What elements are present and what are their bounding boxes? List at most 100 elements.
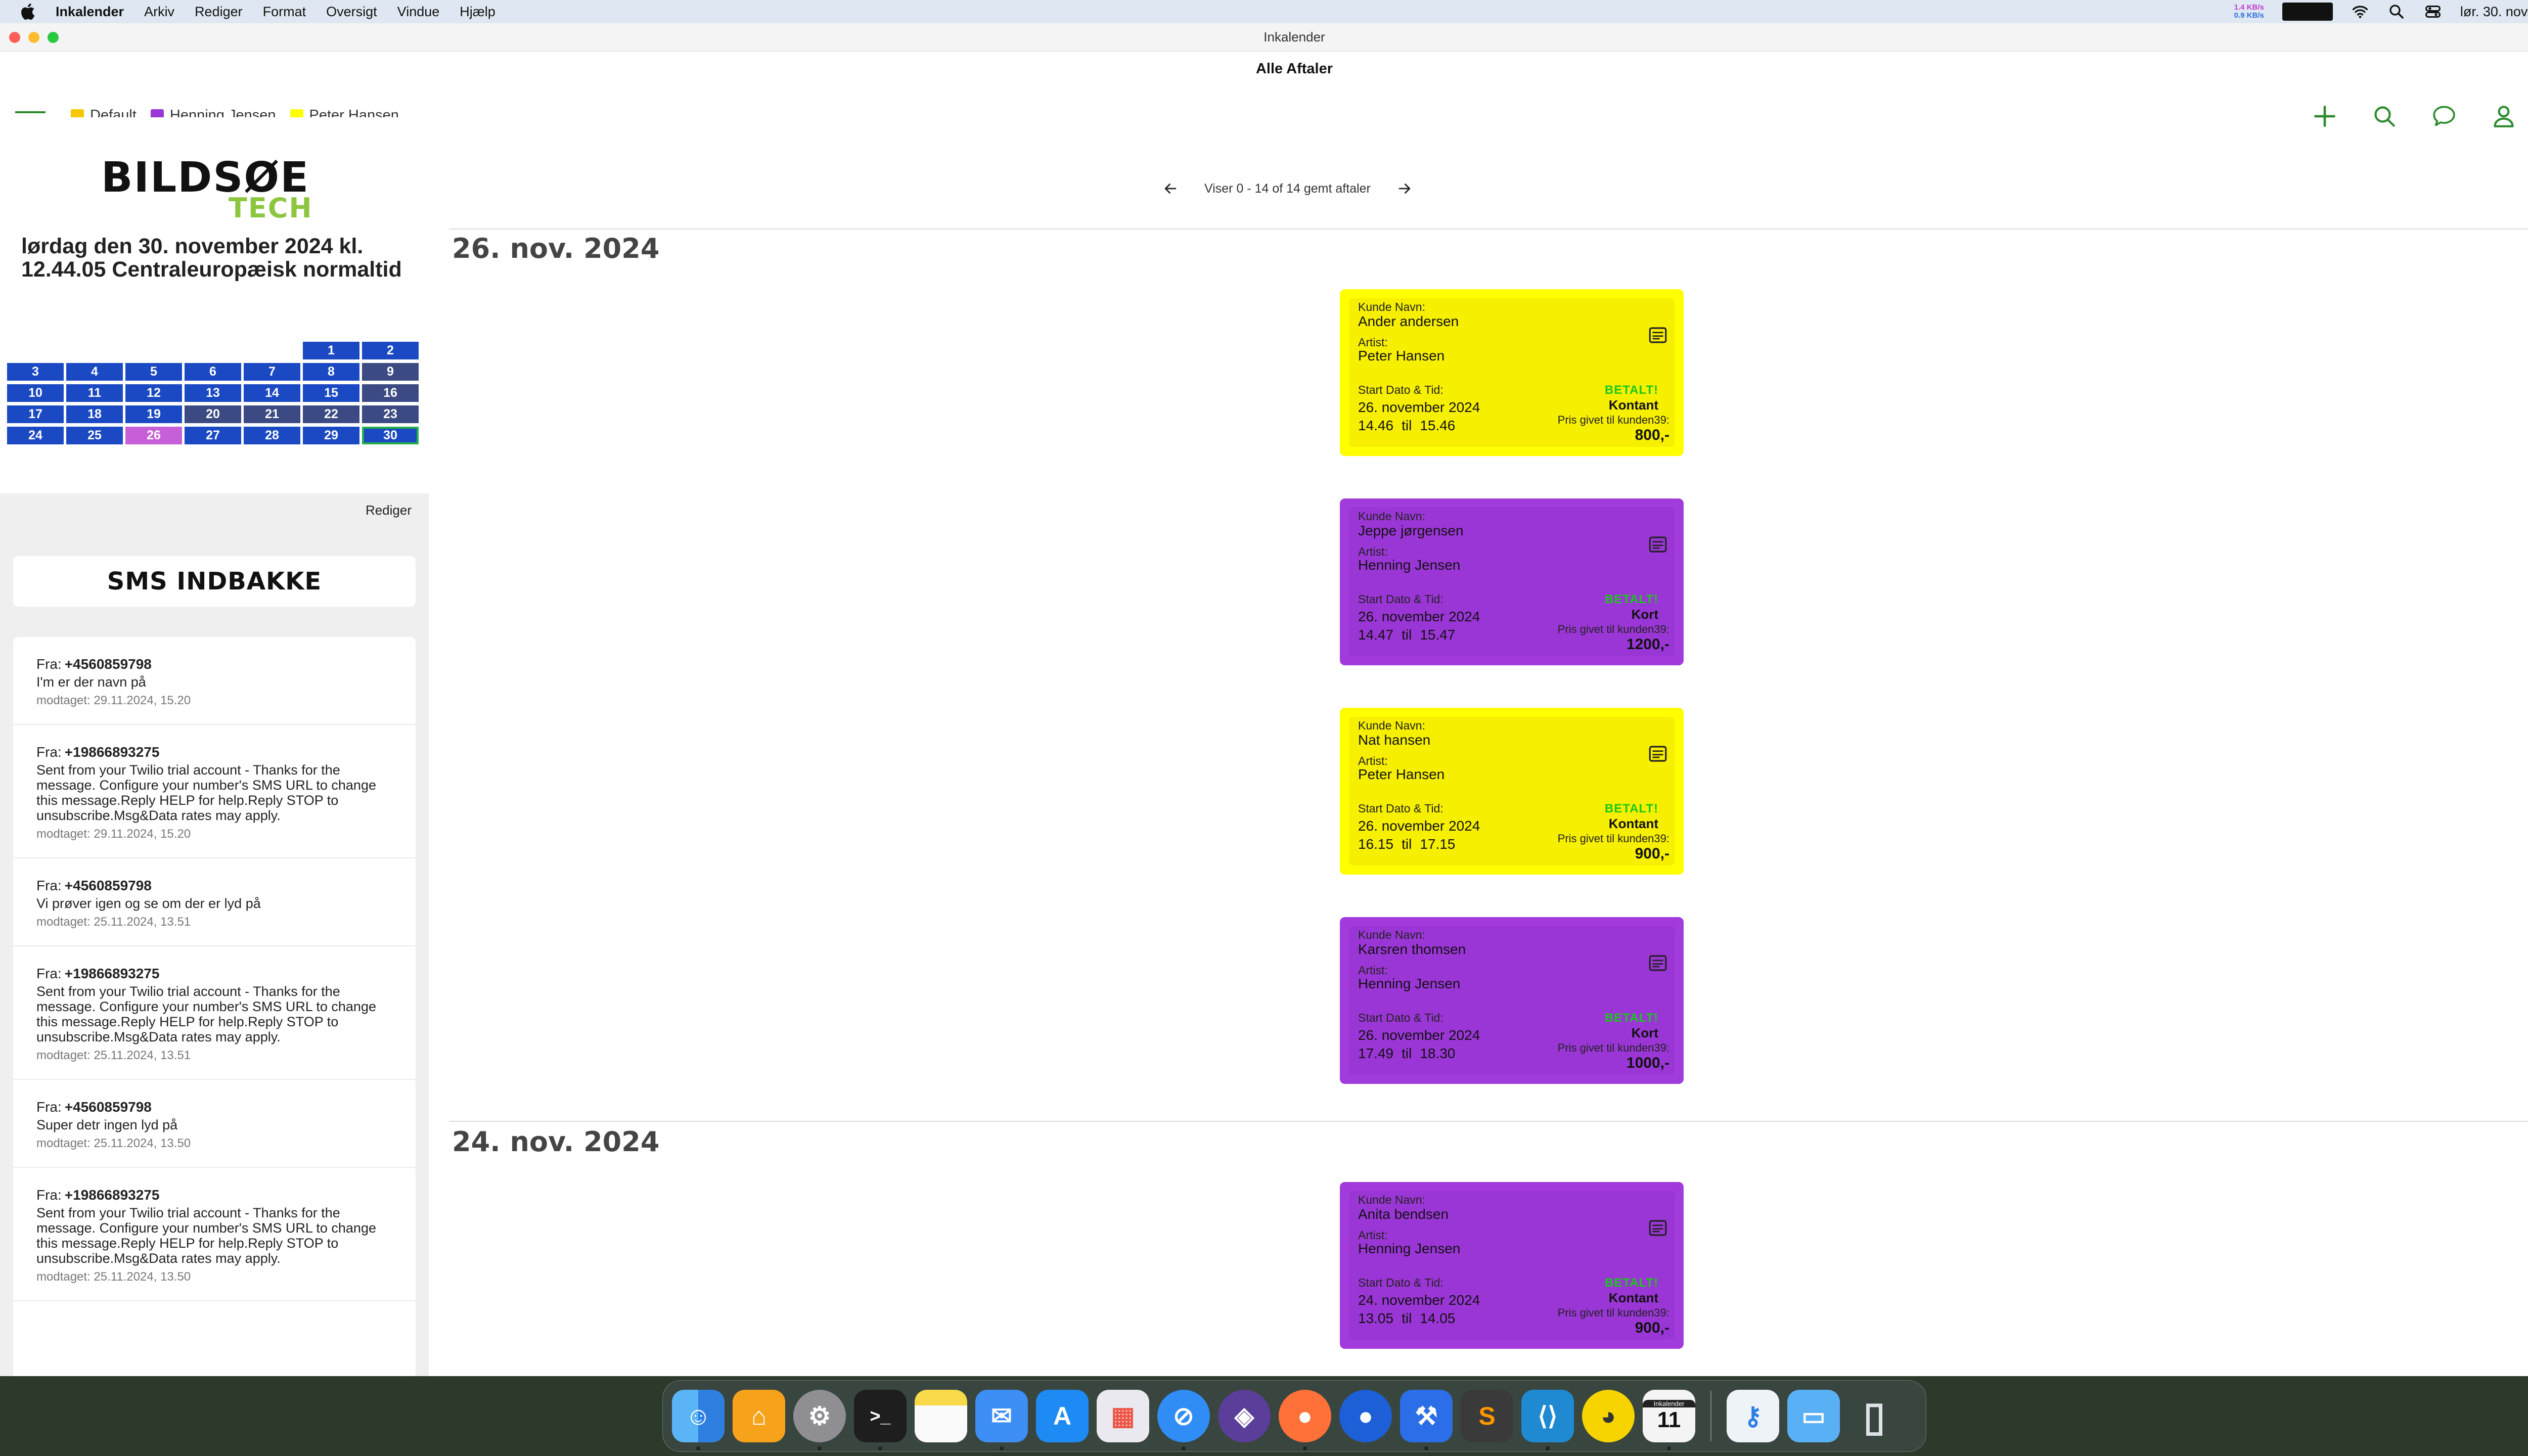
- menu-app-name[interactable]: Inkalender: [56, 4, 124, 20]
- firefox-developer-icon[interactable]: ●: [1339, 1390, 1392, 1442]
- calendar-day-10[interactable]: 10: [7, 384, 64, 402]
- calendar-day-12[interactable]: 12: [125, 384, 182, 402]
- sms-list[interactable]: Fra: +4560859798 I'm er der navn på modtage…: [13, 637, 416, 1376]
- calendar-day-14[interactable]: 14: [244, 384, 300, 402]
- launchpad-icon[interactable]: ▦: [1097, 1390, 1149, 1442]
- minimize-window-button[interactable]: [28, 31, 39, 43]
- calendar-day-3[interactable]: 3: [7, 363, 64, 381]
- spotlight-search-icon[interactable]: [2387, 3, 2406, 21]
- firefox-icon[interactable]: ●: [1279, 1390, 1331, 1450]
- notes-icon[interactable]: [915, 1390, 967, 1442]
- calendar-day-24[interactable]: 24: [7, 427, 64, 444]
- xcode-icon[interactable]: ⚒: [1400, 1390, 1453, 1450]
- network-monitor[interactable]: 1.4 KB/s 0.9 KB/s: [2234, 4, 2264, 20]
- appointment-card[interactable]: Kunde Navn: Nat hansen Artist: Peter Hansen…: [1340, 708, 1684, 875]
- sms-message[interactable]: Fra: +19866893275 Sent from your Twilio tr…: [13, 725, 416, 858]
- status-widget[interactable]: [2282, 3, 2333, 21]
- appointment-card[interactable]: Kunde Navn: Jeppe jørgensen Artist: Henning…: [1340, 498, 1684, 665]
- receipt-icon[interactable]: [1647, 743, 1668, 764]
- price-label: Pris givet til kunden39:: [1557, 1306, 1669, 1319]
- receipt-icon[interactable]: [1647, 1217, 1668, 1239]
- sidebar-header: BILDSØE TECH lørdag den 30. november 202…: [0, 117, 429, 493]
- zoom-window-button[interactable]: [48, 31, 59, 43]
- appointment-card[interactable]: Kunde Navn: Anita bendsen Artist: Henning J…: [1340, 1182, 1684, 1349]
- calendar-day-4[interactable]: 4: [66, 363, 123, 381]
- calendar-day-1[interactable]: 1: [303, 342, 359, 359]
- start-label: Start Dato & Tid:: [1358, 383, 1443, 396]
- calendar-day-8[interactable]: 8: [303, 363, 359, 381]
- calendar-day-25[interactable]: 25: [66, 427, 123, 444]
- compass-icon[interactable]: ◈: [1218, 1390, 1271, 1442]
- keychain-icon[interactable]: ⚷: [1727, 1390, 1779, 1442]
- menu-format[interactable]: Format: [263, 4, 306, 20]
- sms-message[interactable]: Fra: +19866893275 Sent from your Twilio tr…: [13, 1168, 416, 1301]
- arrow-right-icon[interactable]: [1396, 180, 1413, 197]
- control-center-icon[interactable]: [2424, 3, 2442, 21]
- appointment-card[interactable]: Kunde Navn: Ander andersen Artist: Peter Ha…: [1340, 289, 1684, 456]
- safari-icon[interactable]: ⊘: [1157, 1390, 1210, 1450]
- terminal-icon[interactable]: >_: [854, 1390, 907, 1450]
- calendar-day-17[interactable]: 17: [7, 405, 64, 423]
- mail-icon[interactable]: ✉: [975, 1390, 1028, 1450]
- receipt-icon[interactable]: [1647, 952, 1668, 974]
- calendar-day-28[interactable]: 28: [244, 427, 300, 444]
- menubar-clock[interactable]: lør. 30. nov. 12.44: [2460, 4, 2528, 20]
- calendar-day-27[interactable]: 27: [185, 427, 241, 444]
- paid-badge: BETALT!: [1604, 383, 1658, 397]
- menu-hjaelp[interactable]: Hjælp: [460, 4, 495, 20]
- customer-name: Karsren thomsen: [1358, 941, 1466, 957]
- finder-icon[interactable]: ☺: [672, 1390, 725, 1450]
- calendar-day-7[interactable]: 7: [244, 363, 300, 381]
- sms-message[interactable]: Fra: +4560859798 Super detr ingen lyd på mo…: [13, 1080, 416, 1168]
- menu-vindue[interactable]: Vindue: [397, 4, 440, 20]
- calendar-day-16[interactable]: 16: [362, 384, 419, 402]
- settings-icon[interactable]: ⚙: [793, 1390, 846, 1450]
- payment-method: Kontant: [1608, 397, 1658, 413]
- window-titlebar[interactable]: Inkalender: [0, 23, 2528, 52]
- calendar-day-9[interactable]: 9: [362, 363, 419, 381]
- home-icon[interactable]: ⌂: [733, 1390, 785, 1442]
- app-store-icon[interactable]: A: [1036, 1390, 1089, 1442]
- start-time: 17.49: [1358, 1045, 1394, 1061]
- receipt-icon[interactable]: [1647, 534, 1668, 555]
- wifi-icon[interactable]: [2351, 3, 2369, 21]
- arrow-left-icon[interactable]: [1162, 180, 1179, 197]
- calendar-day-21[interactable]: 21: [244, 405, 300, 423]
- edit-button[interactable]: Rediger: [366, 503, 412, 518]
- calendar-day-6[interactable]: 6: [185, 363, 241, 381]
- sms-message[interactable]: Fra: +4560859798 Vi prøver igen og se om d…: [13, 858, 416, 946]
- calendar-day-29[interactable]: 29: [303, 427, 359, 444]
- calendar-day-19[interactable]: 19: [125, 405, 182, 423]
- menu-arkiv[interactable]: Arkiv: [144, 4, 174, 20]
- calendar-day-13[interactable]: 13: [185, 384, 241, 402]
- calendar-day-22[interactable]: 22: [303, 405, 359, 423]
- calendar-day-2[interactable]: 2: [362, 342, 419, 359]
- trash-icon[interactable]: ▯: [1848, 1390, 1901, 1442]
- receipt-icon[interactable]: [1647, 325, 1668, 346]
- calendar-day-5[interactable]: 5: [125, 363, 182, 381]
- close-window-button[interactable]: [9, 31, 20, 43]
- menu-rediger[interactable]: Rediger: [195, 4, 243, 20]
- calendar-day-18[interactable]: 18: [66, 405, 123, 423]
- customer-name: Nat hansen: [1358, 732, 1431, 748]
- calendar-day-15[interactable]: 15: [303, 384, 359, 402]
- calendar-day-23[interactable]: 23: [362, 405, 419, 423]
- sublime-icon[interactable]: S: [1461, 1390, 1513, 1442]
- menu-oversigt[interactable]: Oversigt: [326, 4, 377, 20]
- appointment-card[interactable]: Kunde Navn: Karsren thomsen Artist: Henning…: [1340, 917, 1684, 1084]
- start-time: 14.46: [1358, 418, 1394, 433]
- calendar-day-20[interactable]: 20: [185, 405, 241, 423]
- appointments-area[interactable]: Viser 0 - 14 of 14 gemt aftaler 26. nov.…: [429, 117, 2528, 1376]
- folder-icon[interactable]: ▭: [1787, 1390, 1840, 1442]
- sms-message[interactable]: Fra: +4560859798 I'm er der navn på modtage…: [13, 637, 416, 725]
- calendar-day-26[interactable]: 26: [125, 427, 182, 444]
- sms-message[interactable]: Fra: +19866893275 Sent from your Twilio tr…: [13, 946, 416, 1080]
- apple-icon[interactable]: [19, 2, 38, 21]
- cyberduck-icon[interactable]: ◕: [1582, 1390, 1635, 1442]
- vscode-icon[interactable]: ⟨⟩: [1521, 1390, 1574, 1450]
- logo-line2: TECH: [229, 192, 313, 224]
- inkalender-icon[interactable]: Inkalender 11: [1643, 1390, 1695, 1450]
- calendar-day-30[interactable]: 30: [362, 427, 419, 444]
- calendar-day-11[interactable]: 11: [66, 384, 123, 402]
- calendar-blank: [7, 342, 64, 359]
